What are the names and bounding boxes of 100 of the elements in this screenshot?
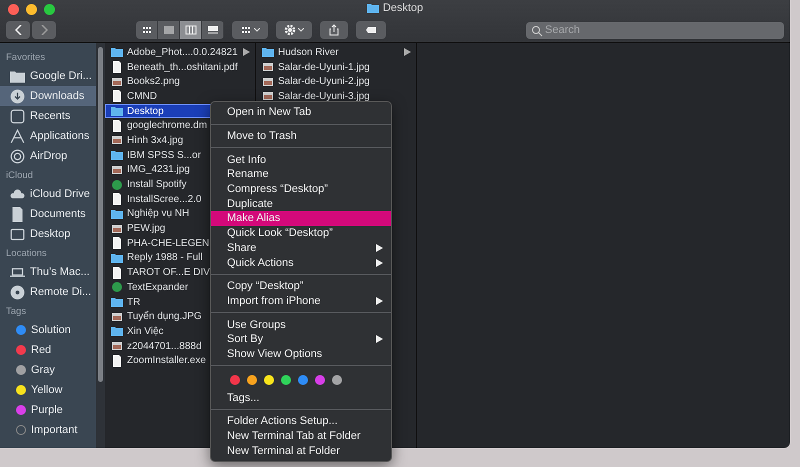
- tag-color-dot[interactable]: [247, 375, 257, 386]
- file-row[interactable]: Beneath_th...oshitani.pdf: [105, 60, 255, 74]
- document-icon: [111, 237, 123, 250]
- image-icon: [111, 134, 123, 146]
- list-icon: [162, 24, 174, 36]
- icon-grid-icon: [140, 24, 152, 36]
- tag-color-dot[interactable]: [332, 375, 342, 386]
- tag-color-dot[interactable]: [264, 375, 274, 386]
- menu-item[interactable]: Rename: [211, 167, 391, 182]
- file-row[interactable]: Hudson River: [256, 45, 416, 60]
- menu-item[interactable]: New Terminal at Folder: [211, 443, 391, 458]
- chevron-right-icon: [40, 25, 48, 35]
- sidebar-item[interactable]: Documents: [0, 204, 96, 224]
- gear-icon: [284, 24, 296, 36]
- view-button[interactable]: [136, 21, 158, 39]
- folder-icon: [366, 2, 379, 14]
- share-icon: [328, 24, 340, 36]
- file-row[interactable]: Salar-de-Uyuni-1.jpg: [256, 60, 416, 74]
- file-row[interactable]: Salar-de-Uyuni-3.jpg: [256, 89, 416, 104]
- menu-item[interactable]: New Terminal Tab at Folder: [211, 428, 391, 444]
- document-icon: [111, 90, 123, 102]
- file-row[interactable]: CMND: [105, 89, 255, 104]
- action-button[interactable]: [276, 21, 312, 39]
- sidebar-item[interactable]: Downloads: [0, 86, 96, 106]
- tag-color-dot[interactable]: [298, 375, 308, 386]
- sidebar-item[interactable]: Applications: [0, 126, 96, 146]
- view-button[interactable]: [202, 21, 224, 39]
- file-row[interactable]: Salar-de-Uyuni-2.jpg: [256, 74, 416, 90]
- folder-icon: [111, 325, 123, 338]
- sidebar-item[interactable]: Red: [0, 340, 96, 360]
- sidebar-item[interactable]: Thu’s Mac...: [0, 262, 96, 282]
- tag-icon: [365, 24, 377, 36]
- sidebar-heading: Tags: [5, 305, 28, 319]
- menu-item[interactable]: Compress “Desktop”: [211, 182, 391, 196]
- sidebar-item[interactable]: iCloud Drive: [0, 184, 96, 204]
- forward-button[interactable]: [32, 21, 56, 39]
- grid-icon: [240, 24, 252, 36]
- group-button[interactable]: [232, 21, 268, 39]
- document-icon: [111, 120, 123, 132]
- document-icon: [111, 354, 123, 367]
- menu-item[interactable]: Move to Trash: [211, 128, 391, 144]
- airdrop-icon: [10, 148, 25, 164]
- scrollbar-thumb[interactable]: [98, 47, 103, 382]
- menu-item[interactable]: Quick Actions: [211, 255, 391, 270]
- sidebar-item[interactable]: Desktop: [0, 224, 96, 244]
- sidebar-item[interactable]: Remote Di...: [0, 282, 96, 302]
- sidebar-item[interactable]: Gray: [0, 360, 96, 380]
- app-icon: [111, 178, 123, 191]
- view-button[interactable]: [158, 21, 180, 39]
- sidebar-item[interactable]: Recents: [0, 106, 96, 126]
- folder-icon: [111, 149, 123, 162]
- sidebar-item[interactable]: Google Dri...: [0, 66, 96, 86]
- tag-button[interactable]: [356, 21, 386, 39]
- file-row[interactable]: Adobe_Phot....0.0.24821: [105, 45, 255, 60]
- sidebar-item[interactable]: Solution: [0, 320, 96, 340]
- menu-item[interactable]: Tags...: [211, 390, 391, 405]
- folder-icon: [111, 105, 123, 118]
- applications-icon: [10, 128, 25, 144]
- file-row[interactable]: Books2.png: [105, 74, 255, 90]
- search-icon: [531, 24, 543, 36]
- menu-item[interactable]: Share: [211, 240, 391, 256]
- menu-item[interactable]: Use Groups: [211, 317, 391, 332]
- menu-item[interactable]: Make Alias: [211, 211, 391, 226]
- sidebar-item[interactable]: Yellow: [0, 380, 96, 400]
- back-button[interactable]: [6, 21, 30, 39]
- sidebar-item[interactable]: AirDrop: [0, 146, 96, 166]
- folder-icon: [111, 252, 123, 264]
- document-icon: [10, 206, 25, 222]
- search-field[interactable]: Search: [526, 22, 784, 38]
- share-button[interactable]: [320, 21, 348, 39]
- folder-icon: [111, 46, 123, 58]
- desktop-icon: [10, 226, 25, 242]
- image-icon: [111, 222, 123, 235]
- sidebar-item[interactable]: Purple: [0, 400, 96, 420]
- columns-icon: [184, 24, 196, 36]
- tag-color-dot[interactable]: [281, 375, 291, 386]
- disc-icon: [10, 284, 25, 300]
- menu-item[interactable]: Show View Options: [211, 346, 391, 362]
- menu-item[interactable]: Sort By: [211, 332, 391, 347]
- menu-item[interactable]: Copy “Desktop”: [211, 278, 391, 294]
- menu-item[interactable]: Get Info: [211, 152, 391, 168]
- tag-color-dot[interactable]: [230, 375, 240, 386]
- menu-item[interactable]: Import from iPhone: [211, 294, 391, 308]
- gallery-icon: [206, 24, 218, 36]
- menu-item[interactable]: Duplicate: [211, 196, 391, 212]
- chevron-left-icon: [14, 25, 22, 35]
- view-button[interactable]: [180, 21, 202, 39]
- menu-item[interactable]: Folder Actions Setup...: [211, 414, 391, 429]
- sidebar-heading: Favorites: [5, 51, 46, 65]
- zoom-button[interactable]: [44, 4, 55, 14]
- sidebar-item[interactable]: Important: [0, 420, 96, 440]
- document-icon: [111, 61, 123, 74]
- folder-icon: [10, 68, 25, 84]
- caret-icon: [298, 28, 304, 32]
- close-button[interactable]: [8, 4, 19, 14]
- folder-icon: [111, 296, 123, 308]
- tag-color-dot[interactable]: [315, 375, 325, 386]
- app-icon: [111, 281, 123, 294]
- menu-item[interactable]: Quick Look “Desktop”: [211, 226, 391, 240]
- minimize-button[interactable]: [26, 4, 37, 14]
